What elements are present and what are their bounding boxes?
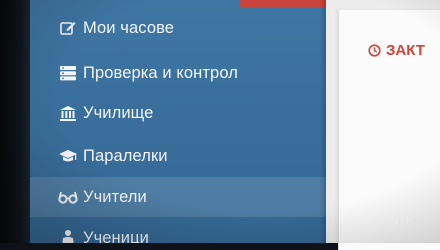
sidebar-item-school[interactable]: Училище bbox=[30, 93, 326, 133]
sidebar-item-check-control[interactable]: Проверка и контрол bbox=[30, 53, 326, 93]
clock-icon bbox=[368, 44, 381, 57]
sidebar-item-label: Паралелки bbox=[83, 146, 168, 165]
list-icon bbox=[58, 64, 78, 82]
screen-bezel bbox=[0, 0, 30, 243]
sidebar-item-label: Учители bbox=[83, 187, 147, 206]
sidebar-item-my-hours[interactable]: Мои часове bbox=[30, 8, 326, 48]
sidebar-item-label: Проверка и контрол bbox=[83, 63, 238, 82]
main-content bbox=[326, 0, 440, 250]
sidebar-item-label: Мои часове bbox=[83, 18, 175, 37]
student-icon bbox=[58, 229, 78, 243]
sidebar-item-classes[interactable]: Паралелки bbox=[30, 136, 326, 176]
sidebar-item-label: Ученици bbox=[83, 228, 149, 244]
page-heading: ЗАКТ bbox=[368, 42, 425, 59]
edit-icon bbox=[58, 19, 78, 37]
watermark-logo: NIK bbox=[388, 212, 417, 229]
sidebar-nav: Мои часове Проверка и контрол Училище Па… bbox=[30, 0, 326, 243]
top-accent-strip bbox=[240, 0, 326, 7]
sidebar-item-label: Училище bbox=[83, 103, 154, 122]
sidebar-item-students[interactable]: Ученици bbox=[30, 218, 326, 243]
graduation-cap-icon bbox=[58, 147, 78, 165]
glasses-icon bbox=[58, 188, 78, 206]
institution-icon bbox=[58, 104, 78, 122]
sidebar-item-teachers[interactable]: Учители bbox=[30, 177, 326, 217]
page-heading-text: ЗАКТ bbox=[386, 42, 425, 59]
